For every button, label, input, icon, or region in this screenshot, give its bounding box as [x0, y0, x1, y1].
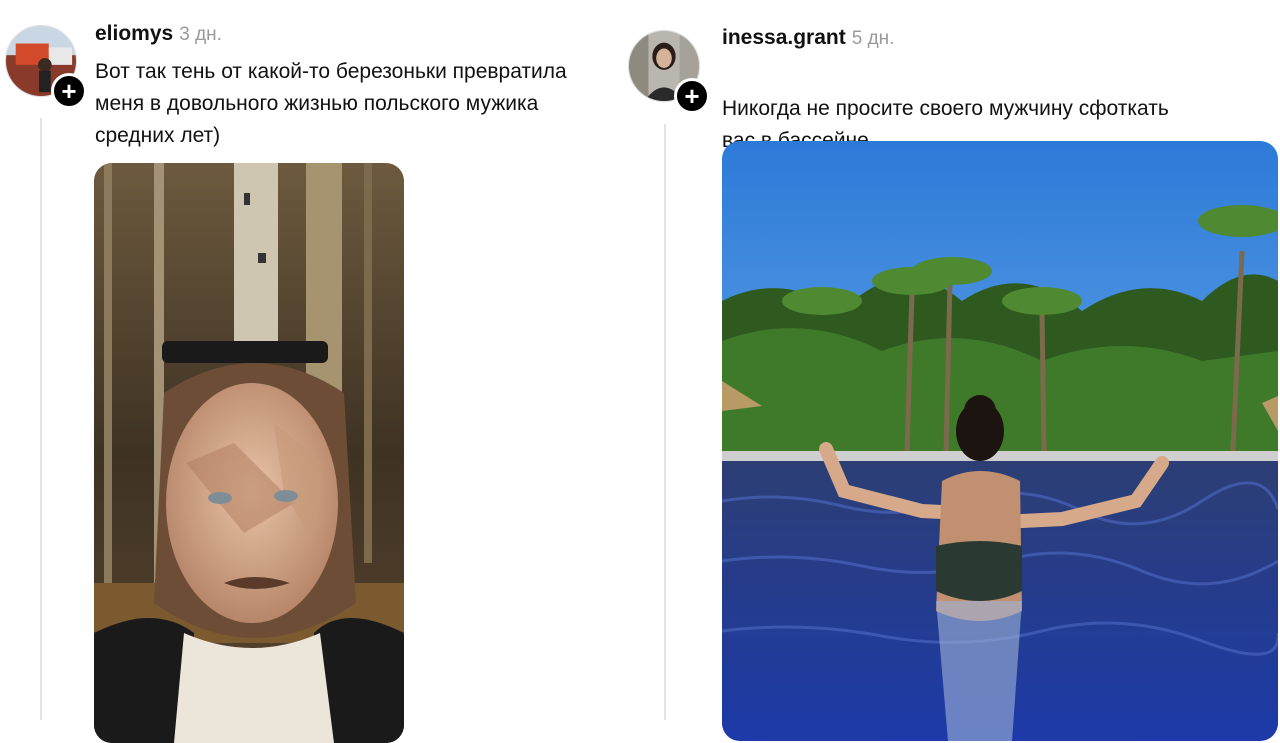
thread-line	[40, 118, 42, 720]
pool-image	[722, 141, 1278, 741]
follow-button[interactable]: +	[674, 78, 710, 114]
post-caption: Вот так тень от какой-то березоньки прев…	[95, 60, 567, 147]
post-time: 3 дн.	[179, 24, 222, 45]
thread-line	[664, 124, 666, 720]
post-inessa-grant: + inessa.grant 5 дн. Никогда не просите с…	[628, 0, 1280, 741]
post-header: inessa.grant 5 дн.	[722, 26, 894, 50]
post-photo-selfie[interactable]	[94, 163, 404, 743]
post-photo-pool[interactable]	[722, 141, 1278, 741]
avatar-inessa-grant[interactable]: +	[628, 30, 710, 114]
username[interactable]: inessa.grant	[722, 26, 846, 49]
selfie-image	[94, 163, 404, 743]
follow-button[interactable]: +	[51, 73, 87, 109]
post-eliomys: + eliomys 3 дн. Вот так тень от какой-то …	[0, 0, 640, 743]
plus-icon: +	[61, 76, 77, 106]
post-header: eliomys 3 дн.	[95, 22, 222, 46]
username[interactable]: eliomys	[95, 22, 173, 45]
post-time: 5 дн.	[851, 28, 895, 49]
avatar-eliomys[interactable]: +	[5, 25, 87, 109]
plus-icon: +	[684, 81, 700, 111]
